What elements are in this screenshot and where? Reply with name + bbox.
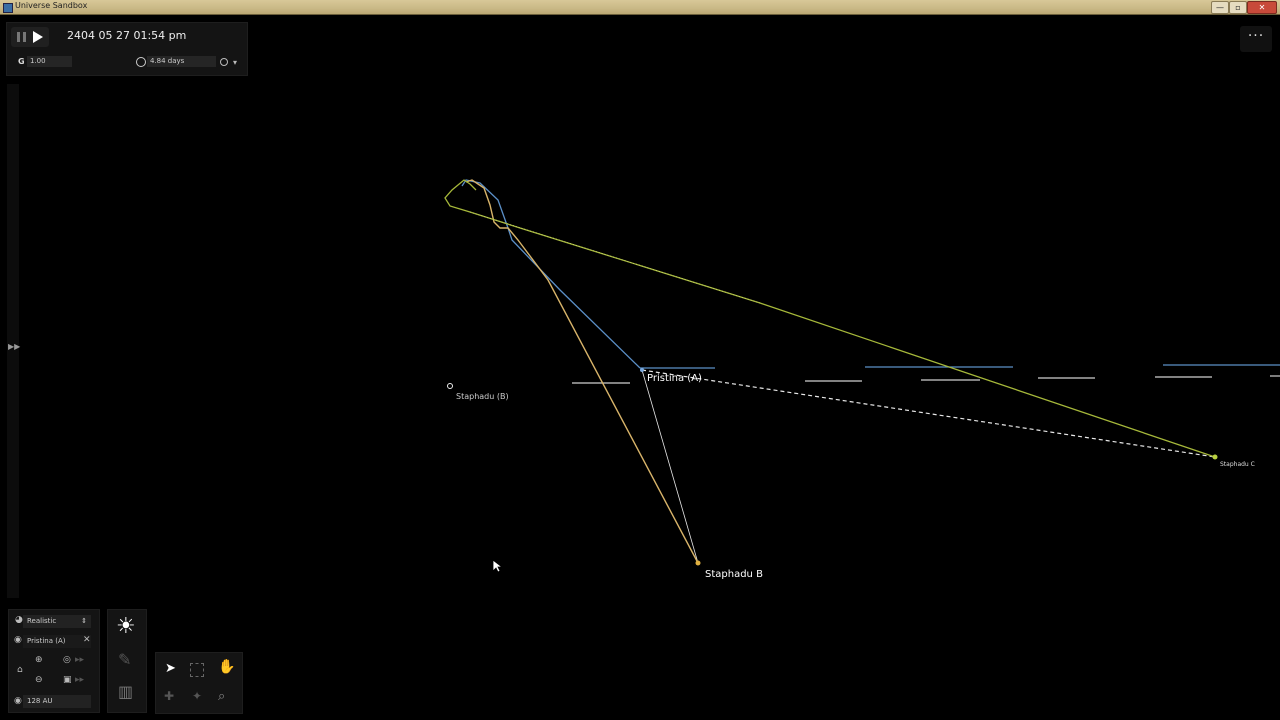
palette-icon: ◕ (15, 615, 23, 625)
zoom-out-icon[interactable]: ⊖ (35, 675, 43, 685)
brush-icon[interactable]: ✎ (118, 650, 131, 669)
home-icon[interactable]: ⌂ (17, 665, 23, 675)
time-step-input[interactable]: 4.84 days (147, 56, 216, 67)
focus-body-value: Pristina (A) (27, 637, 66, 645)
eye-icon[interactable]: ◉ (14, 635, 22, 645)
pin-icon[interactable]: ✦ (192, 689, 202, 703)
label-staphadu-b[interactable]: Staphadu B (705, 569, 763, 580)
body-marker-barycenter[interactable] (447, 383, 453, 389)
play-icon[interactable] (33, 31, 43, 43)
scale-field[interactable]: 128 AU (23, 695, 91, 708)
link-pristina-staphadu-c (641, 369, 1216, 458)
speed-icon (136, 57, 146, 67)
gravity-input[interactable]: 1.00 (27, 56, 72, 67)
mouse-cursor-icon (492, 559, 502, 573)
pause-icon[interactable] (17, 32, 26, 42)
cursor-icon[interactable]: ➤ (165, 661, 176, 676)
chart-icon[interactable]: ▥ (118, 682, 133, 701)
cursor-tools-panel: ➤ ✋ ✚ ✦ ⌕ (155, 652, 243, 714)
time-control-panel: 2404 05 27 01:54 pm G 1.00 4.84 days ▾ (6, 22, 248, 76)
link-pristina-staphadu-b (641, 369, 699, 564)
body-marker-staphadu-b[interactable] (695, 560, 701, 566)
view-mode-select[interactable]: Realistic ⇕ (23, 615, 91, 628)
search-icon[interactable]: ⌕ (218, 689, 225, 704)
orbit-green (444, 179, 1216, 458)
hand-icon[interactable]: ✋ (218, 659, 235, 675)
fast-forward-icon-2[interactable]: ▸▸ (75, 675, 84, 685)
tools-panel: ☀ ✎ ▥ (107, 609, 147, 713)
sun-icon[interactable]: ☀ (116, 614, 136, 639)
fast-forward-icon[interactable]: ▸▸ (75, 655, 84, 665)
side-panel-strip[interactable] (7, 84, 19, 598)
rotate-icon[interactable]: ◎ (63, 655, 71, 665)
target-icon[interactable] (220, 58, 228, 66)
more-icon: ··· (1247, 28, 1265, 44)
orbit-blue (461, 179, 641, 369)
view-mode-value: Realistic (27, 617, 57, 625)
select-icon[interactable] (190, 663, 204, 677)
zoom-in-icon[interactable]: ⊕ (35, 655, 43, 665)
close-icon[interactable]: ✕ (83, 635, 91, 645)
simulation-datetime[interactable]: 2404 05 27 01:54 pm (67, 29, 186, 42)
focus-body-field[interactable]: Pristina (A) (23, 635, 91, 648)
body-marker-pristina[interactable] (640, 368, 644, 372)
scale-eye-icon: ◉ (14, 696, 22, 706)
gravity-label: G (18, 57, 25, 66)
label-overlapping-bodies[interactable]: Staphadu (B) (456, 392, 509, 401)
label-pristina-a[interactable]: Pristina (A) (647, 373, 702, 384)
body-marker-staphadu-c[interactable] (1212, 454, 1218, 460)
playback-controls (11, 27, 49, 47)
expand-panel-icon[interactable]: ▶▶ (8, 342, 20, 351)
simulation-viewport[interactable]: Pristina (A) Staphadu B Staphadu C Staph… (0, 0, 1280, 720)
label-staphadu-c[interactable]: Staphadu C (1220, 461, 1255, 468)
select-arrows-icon: ⇕ (81, 617, 87, 625)
view-options-panel: ◕ Realistic ⇕ ◉ Pristina (A) ✕ ⌂ ⊕ ◎ ▸▸ … (8, 609, 100, 713)
camera-icon[interactable]: ▣ (63, 675, 72, 685)
add-body-icon[interactable]: ✚ (164, 689, 174, 703)
orbit-gold (465, 179, 699, 564)
scale-value: 128 AU (27, 697, 53, 705)
more-menu-button[interactable]: ··· (1240, 26, 1272, 52)
chevron-down-icon[interactable]: ▾ (233, 58, 237, 67)
orbit-canvas[interactable] (0, 0, 1280, 720)
